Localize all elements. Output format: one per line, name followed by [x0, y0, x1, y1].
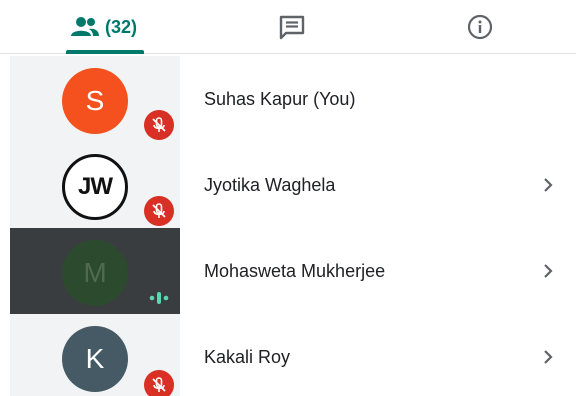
avatar: S — [62, 68, 128, 134]
avatar: K — [62, 326, 128, 392]
mic-off-icon — [144, 370, 174, 396]
active-tab-indicator — [66, 50, 144, 54]
chevron-right-icon[interactable] — [538, 261, 558, 281]
participant-name: Kakali Roy — [204, 347, 291, 367]
participant-name: Mohasweta Mukherjee — [204, 261, 386, 281]
participant-row[interactable]: JW Jyotika Waghela — [0, 142, 576, 228]
participant-count: (32) — [104, 16, 137, 37]
chevron-right-icon[interactable] — [538, 347, 558, 367]
participant-name: Jyotika Waghela — [204, 175, 336, 195]
participants-tab-bar: (32) — [0, 0, 576, 54]
avatar: JW — [62, 154, 128, 220]
speaking-indicator-icon — [144, 288, 174, 308]
info-icon — [467, 14, 493, 40]
people-icon — [70, 16, 99, 38]
avatar: M — [62, 240, 128, 306]
chevron-right-icon[interactable] — [538, 175, 558, 195]
tab-info[interactable] — [416, 0, 544, 54]
chat-icon — [278, 14, 306, 40]
mic-off-icon — [144, 110, 174, 140]
participant-row[interactable]: S Suhas Kapur (You) — [0, 56, 576, 142]
tab-chat[interactable] — [228, 0, 356, 54]
tab-people[interactable]: (32) — [40, 0, 168, 54]
participant-name: Suhas Kapur (You) — [204, 89, 356, 109]
participant-row[interactable]: M Mohasweta Mukherjee — [0, 228, 576, 314]
mic-off-icon — [144, 196, 174, 226]
participant-row[interactable]: K Kakali Roy — [0, 314, 576, 396]
